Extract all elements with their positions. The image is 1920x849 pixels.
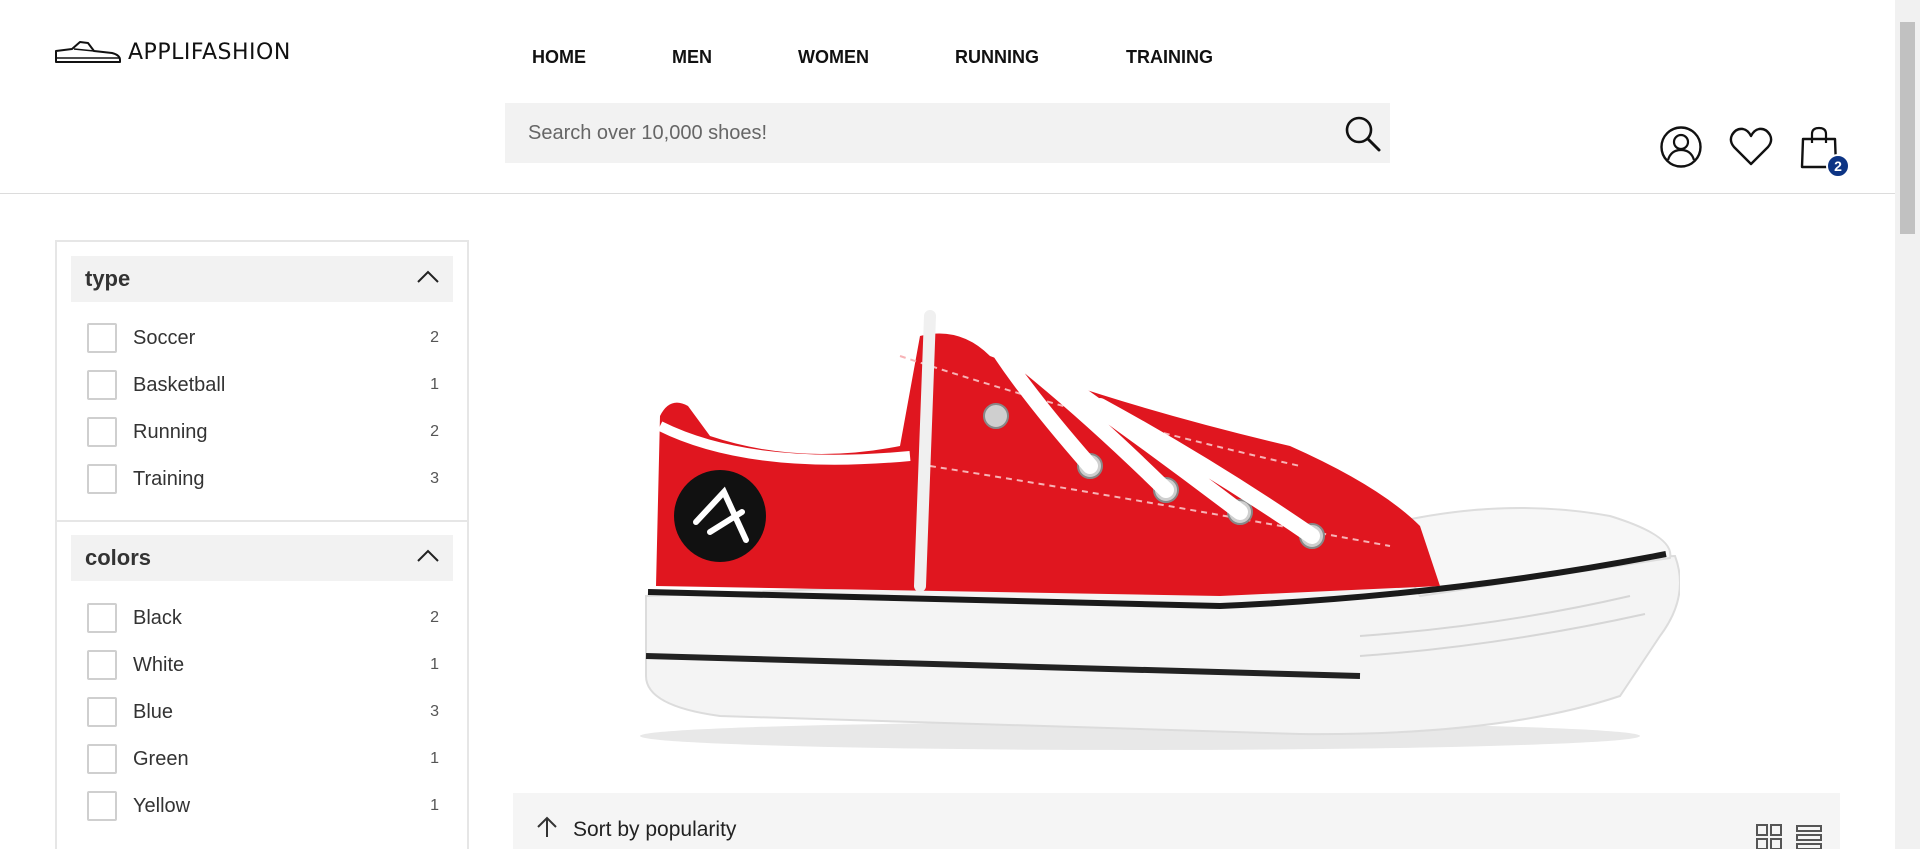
filter-option-running[interactable]: Running 2 bbox=[87, 414, 439, 450]
filter-option-black[interactable]: Black 2 bbox=[87, 600, 439, 636]
filter-option-label: Running bbox=[133, 420, 208, 443]
filter-option-count: 2 bbox=[430, 609, 439, 626]
nav-item-men[interactable]: MEN bbox=[672, 47, 712, 68]
filter-option-white[interactable]: White 1 bbox=[87, 647, 439, 683]
filter-option-basketball[interactable]: Basketball 1 bbox=[87, 367, 439, 403]
checkbox[interactable] bbox=[87, 464, 117, 494]
filter-option-label: Blue bbox=[133, 700, 174, 723]
brand-logo[interactable]: APPLIFASHION bbox=[54, 36, 291, 68]
checkbox[interactable] bbox=[87, 791, 117, 821]
brand-name: APPLIFASHION bbox=[128, 39, 291, 65]
filter-option-label: Yellow bbox=[133, 794, 191, 817]
nav-item-home[interactable]: HOME bbox=[532, 47, 586, 68]
filter-option-count: 3 bbox=[430, 470, 439, 487]
page-scrollbar[interactable] bbox=[1895, 0, 1920, 849]
checkbox[interactable] bbox=[87, 370, 117, 400]
filter-title: colors bbox=[85, 545, 152, 570]
checkbox[interactable] bbox=[87, 650, 117, 680]
nav-item-running[interactable]: RUNNING bbox=[955, 47, 1039, 68]
filter-option-yellow[interactable]: Yellow 1 bbox=[87, 788, 439, 824]
filter-option-label: Black bbox=[133, 606, 182, 629]
filter-header-colors[interactable]: colors bbox=[71, 535, 453, 581]
filter-option-label: Basketball bbox=[133, 373, 226, 396]
filter-divider bbox=[57, 520, 467, 522]
list-view-icon[interactable] bbox=[1795, 823, 1823, 849]
checkbox[interactable] bbox=[87, 744, 117, 774]
red-sneaker-illustration bbox=[640, 301, 1681, 750]
filter-option-green[interactable]: Green 1 bbox=[87, 741, 439, 777]
filter-option-label: Green bbox=[133, 747, 189, 770]
filter-option-count: 2 bbox=[430, 423, 439, 440]
sort-label: Sort by popularity bbox=[573, 817, 737, 841]
filter-option-training[interactable]: Training 3 bbox=[87, 461, 439, 497]
arrow-up-icon bbox=[535, 815, 559, 844]
filter-option-label: Training bbox=[133, 467, 205, 490]
filter-option-label: Soccer bbox=[133, 326, 196, 349]
cart-count-badge: 2 bbox=[1826, 154, 1850, 178]
filter-option-count: 1 bbox=[430, 376, 439, 393]
hero-banner-image bbox=[600, 296, 1681, 766]
filter-option-count: 3 bbox=[430, 703, 439, 720]
checkbox[interactable] bbox=[87, 323, 117, 353]
site-header: APPLIFASHION HOME MEN WOMEN RUNNING TRAI… bbox=[0, 0, 1895, 194]
filter-option-label: White bbox=[133, 653, 185, 676]
sort-button[interactable]: Sort by popularity bbox=[535, 815, 736, 844]
grid-view-icon[interactable] bbox=[1755, 823, 1783, 849]
scrollbar-thumb[interactable] bbox=[1900, 22, 1915, 234]
checkbox[interactable] bbox=[87, 603, 117, 633]
chevron-up-icon[interactable] bbox=[417, 270, 439, 289]
shoe-logo-icon bbox=[54, 37, 122, 67]
search-icon[interactable] bbox=[1342, 113, 1384, 155]
filter-title: type bbox=[85, 266, 131, 291]
filter-option-count: 1 bbox=[430, 656, 439, 673]
sort-toolbar: Sort by popularity bbox=[513, 793, 1840, 849]
search-input[interactable] bbox=[505, 103, 1305, 163]
search-bar bbox=[505, 103, 1390, 163]
filter-option-soccer[interactable]: Soccer 2 bbox=[87, 320, 439, 356]
chevron-up-icon[interactable] bbox=[417, 549, 439, 568]
heart-icon[interactable] bbox=[1728, 124, 1774, 170]
nav-item-training[interactable]: TRAINING bbox=[1126, 47, 1213, 68]
filter-option-count: 1 bbox=[430, 750, 439, 767]
checkbox[interactable] bbox=[87, 697, 117, 727]
filter-option-blue[interactable]: Blue 3 bbox=[87, 694, 439, 730]
nav-item-women[interactable]: WOMEN bbox=[798, 47, 869, 68]
filter-header-type[interactable]: type bbox=[71, 256, 453, 302]
filter-option-count: 1 bbox=[430, 797, 439, 814]
shopping-bag-icon[interactable]: 2 bbox=[1796, 124, 1850, 178]
checkbox[interactable] bbox=[87, 417, 117, 447]
filters-sidebar: type Soccer 2 Basketball 1 Running 2 Tra… bbox=[55, 240, 469, 849]
user-icon[interactable] bbox=[1658, 124, 1704, 170]
filter-option-count: 2 bbox=[430, 329, 439, 346]
